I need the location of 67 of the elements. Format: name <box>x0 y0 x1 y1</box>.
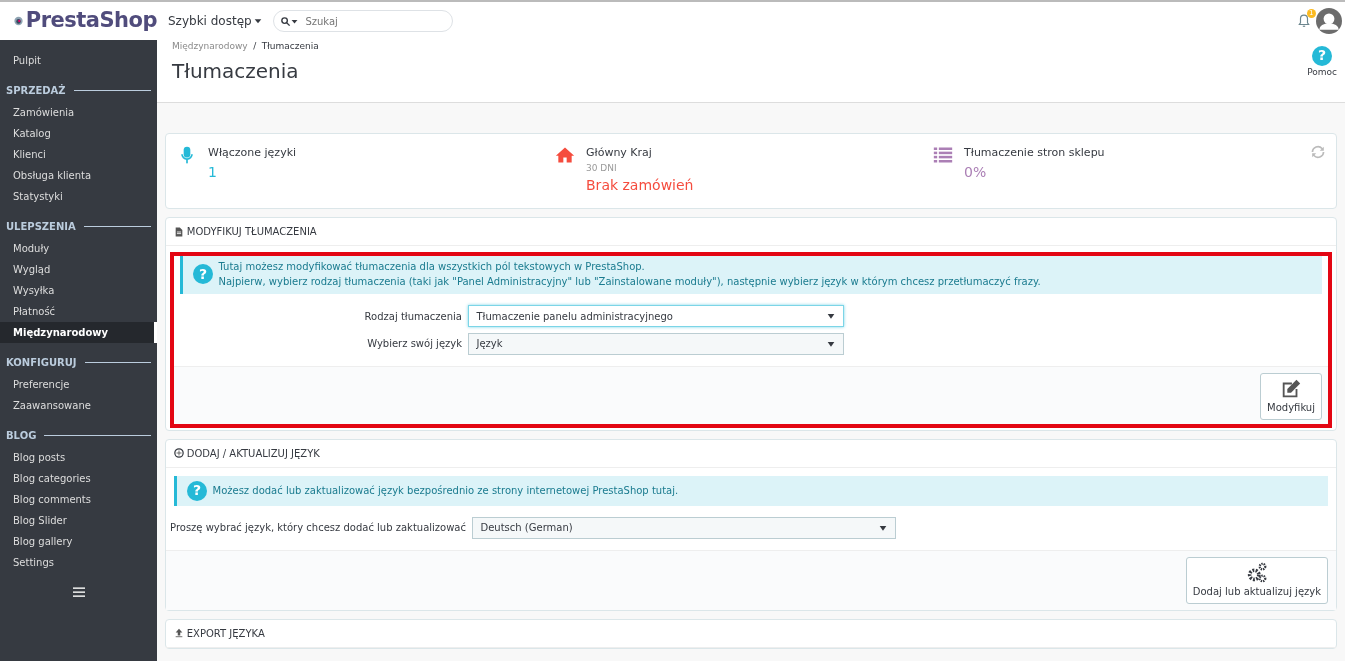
sidebar-item[interactable]: Blog gallery <box>0 531 157 552</box>
sidebar-item[interactable]: Blog posts <box>0 447 157 468</box>
sidebar-item[interactable]: Settings <box>0 552 157 573</box>
sidebar-item[interactable]: Blog Slider <box>0 510 157 531</box>
document-icon <box>174 226 184 237</box>
sidebar-section-title: KONFIGURUJ <box>6 356 77 370</box>
sidebar-item[interactable]: Zaawansowane <box>0 395 157 416</box>
sidebar-item[interactable]: Statystyki <box>0 186 157 207</box>
kpi-value: 0% <box>964 162 988 182</box>
menu-icon <box>70 584 87 600</box>
question-icon: ? <box>193 264 213 284</box>
refresh-icon <box>1311 145 1325 159</box>
sidebar-section-title: SPRZEDAŻ <box>6 83 66 98</box>
field-label: Proszę wybrać język, który chcesz dodać lub zaktualizować <box>169 521 466 535</box>
kpi-value: 1 <box>208 162 218 182</box>
panel-title: MODYFIKUJ TŁUMACZENIA <box>186 225 317 239</box>
quick-access-menu[interactable]: Szybki dostęp <box>168 12 263 30</box>
caret-icon <box>878 523 887 532</box>
panel-title: EXPORT JĘZYKA <box>186 626 265 641</box>
sidebar-section-title: BLOG <box>6 429 37 443</box>
sidebar-item[interactable]: Blog comments <box>0 489 157 510</box>
sidebar-item[interactable]: Płatność <box>0 301 157 322</box>
kpi-subtitle: 30 DNI <box>586 161 618 175</box>
kpi-label: Włączone języki <box>208 145 297 161</box>
bell-icon <box>1296 13 1311 28</box>
field-label: Rodzaj tłumaczenia <box>363 309 462 324</box>
page-title: Tłumaczenia <box>172 59 300 83</box>
breadcrumb-link[interactable]: Tłumaczenia <box>261 40 319 54</box>
search-icon <box>279 15 291 27</box>
action-button[interactable]: Modyfikuj <box>1260 372 1322 420</box>
pencil-square-icon <box>1280 377 1303 400</box>
breadcrumb-separator: / <box>253 40 257 53</box>
plus-circle-icon <box>174 448 184 458</box>
question-icon: ? <box>1312 45 1333 66</box>
info-message: Tutaj możesz modyfikować tłumaczenia dla wszystkich pól tekstowych w PrestaShop. Najpierw, wybierz rodzaj tłumaczenia (taki jak "Panel Administracyjny" lub "Zainstalowane moduły"), następnie wybierz język w którym chcesz przetłumaczyć frazy. <box>218 260 1041 289</box>
sidebar-item[interactable]: Blog categories <box>0 468 157 489</box>
breadcrumb-link[interactable]: Międzynarodowy <box>172 40 248 54</box>
select-field[interactable]: Język <box>467 332 844 355</box>
caret-icon <box>826 339 835 348</box>
kpi-value: Brak zamówień <box>586 176 694 195</box>
kpi-label: Tłumaczenie stron sklepu <box>964 145 1105 161</box>
sidebar-item[interactable]: Preferencje <box>0 374 157 395</box>
sidebar-item[interactable]: Katalog <box>0 123 157 144</box>
sidebar-item[interactable]: Wysyłka <box>0 280 157 301</box>
info-message: Możesz dodać lub zaktualizować język bezpośrednio ze strony internetowej PrestaShop tutaj. <box>212 484 679 498</box>
sidebar-item[interactable]: Pulpit <box>0 50 157 71</box>
sidebar-item[interactable]: Moduły <box>0 238 157 259</box>
caret-icon <box>290 17 298 25</box>
sidebar-item[interactable]: Klienci <box>0 144 157 165</box>
action-button[interactable]: Dodaj lub aktualizuj język <box>1185 556 1328 604</box>
gears-icon <box>1245 561 1268 584</box>
sidebar-item[interactable]: Zamówienia <box>0 102 157 123</box>
select-field[interactable]: Tłumaczenie panelu administracyjnego <box>467 305 844 327</box>
caret-icon <box>254 17 263 25</box>
field-label: Wybierz swój język <box>366 337 462 351</box>
upload-icon <box>174 628 184 638</box>
help-button[interactable]: ? Pomoc <box>1307 45 1337 102</box>
sidebar-item[interactable]: Międzynarodowy <box>0 322 157 343</box>
sidebar-item[interactable]: Wygląd <box>0 259 157 280</box>
logo: PrestaShop <box>25 7 157 35</box>
sidebar-section-title: ULEPSZENIA <box>6 220 76 234</box>
select-field[interactable]: Deutsch (German) <box>471 516 896 539</box>
kpi-label: Główny Kraj <box>586 145 653 161</box>
question-icon: ? <box>187 480 207 501</box>
caret-icon <box>826 312 835 320</box>
sidebar-item[interactable]: Obsługa klienta <box>0 165 157 186</box>
panel-title: DODAJ / AKTUALIZUJ JĘZYK <box>186 446 320 461</box>
